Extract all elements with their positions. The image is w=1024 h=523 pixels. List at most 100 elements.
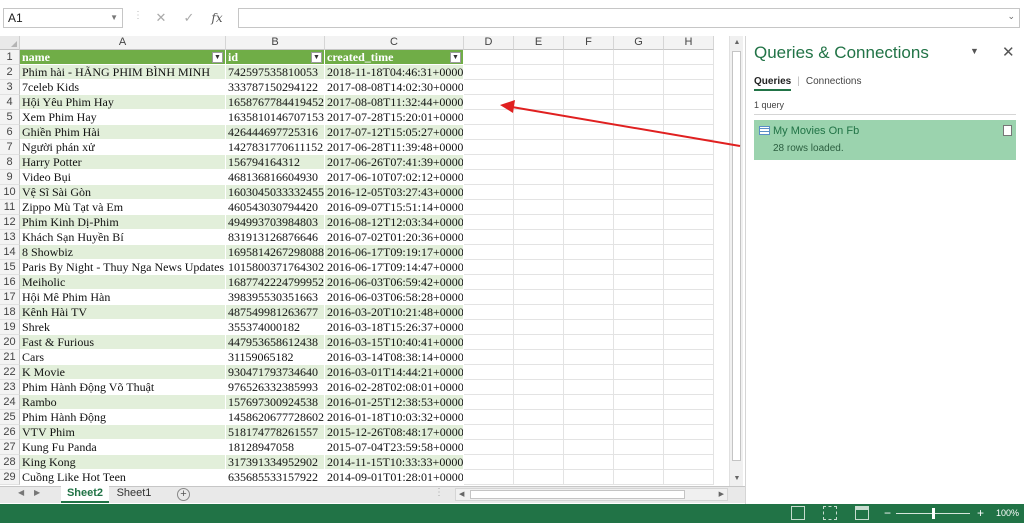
empty-cell[interactable] xyxy=(664,380,714,395)
scroll-right-icon[interactable]: ▶ xyxy=(719,489,724,501)
row-header[interactable]: 2 xyxy=(0,65,20,80)
empty-cell[interactable] xyxy=(464,470,514,485)
empty-cell[interactable] xyxy=(664,125,714,140)
empty-cell[interactable] xyxy=(564,335,614,350)
empty-cell[interactable] xyxy=(614,95,664,110)
empty-cell[interactable] xyxy=(464,365,514,380)
empty-cell[interactable] xyxy=(614,110,664,125)
table-cell[interactable]: 518174778261557 xyxy=(226,425,325,440)
table-cell[interactable]: 2018-11-18T04:46:31+0000 xyxy=(325,65,464,80)
insert-function-icon[interactable]: fx xyxy=(203,11,231,25)
empty-cell[interactable] xyxy=(514,110,564,125)
table-cell[interactable]: 157697300924538 xyxy=(226,395,325,410)
tab-queries[interactable]: Queries xyxy=(754,76,792,91)
table-cell[interactable]: 487549981263677 xyxy=(226,305,325,320)
table-cell[interactable]: 2016-03-18T15:26:37+0000 xyxy=(325,320,464,335)
empty-cell[interactable] xyxy=(514,380,564,395)
row-header[interactable]: 3 xyxy=(0,80,20,95)
empty-cell[interactable] xyxy=(614,230,664,245)
table-cell[interactable]: 2017-06-26T07:41:39+0000 xyxy=(325,155,464,170)
empty-cell[interactable] xyxy=(464,305,514,320)
table-cell[interactable]: 976526332385993 xyxy=(226,380,325,395)
empty-cell[interactable] xyxy=(464,335,514,350)
empty-cell[interactable] xyxy=(464,290,514,305)
filter-dropdown-icon[interactable]: ▼ xyxy=(212,52,223,63)
empty-cell[interactable] xyxy=(514,365,564,380)
row-header[interactable]: 27 xyxy=(0,440,20,455)
empty-cell[interactable] xyxy=(464,395,514,410)
tab-connections[interactable]: Connections xyxy=(806,76,862,91)
normal-view-icon[interactable] xyxy=(791,506,805,520)
table-cell[interactable]: 2016-02-28T02:08:01+0000 xyxy=(325,380,464,395)
table-cell[interactable]: 1695814267298088 xyxy=(226,245,325,260)
column-header[interactable]: G xyxy=(614,36,664,50)
table-cell[interactable]: 18128947058 xyxy=(226,440,325,455)
table-cell[interactable]: 333787150294122 xyxy=(226,80,325,95)
empty-cell[interactable] xyxy=(514,305,564,320)
zoom-level[interactable]: 100% xyxy=(996,508,1019,518)
row-header[interactable]: 13 xyxy=(0,230,20,245)
table-cell[interactable]: 494993703984803 xyxy=(226,215,325,230)
table-cell[interactable]: 930471793734640 xyxy=(226,365,325,380)
vertical-scroll-thumb[interactable] xyxy=(732,51,741,461)
table-cell[interactable]: Xem Phim Hay xyxy=(20,110,226,125)
empty-cell[interactable] xyxy=(514,335,564,350)
empty-cell[interactable] xyxy=(564,140,614,155)
row-header[interactable]: 14 xyxy=(0,245,20,260)
empty-cell[interactable] xyxy=(514,50,564,65)
empty-cell[interactable] xyxy=(564,230,614,245)
table-cell[interactable]: 2016-01-25T12:38:53+0000 xyxy=(325,395,464,410)
name-box[interactable]: A1 ▼ xyxy=(3,8,123,28)
empty-cell[interactable] xyxy=(664,170,714,185)
empty-cell[interactable] xyxy=(464,65,514,80)
empty-cell[interactable] xyxy=(564,110,614,125)
empty-cell[interactable] xyxy=(564,410,614,425)
empty-cell[interactable] xyxy=(664,410,714,425)
horizontal-scroll-thumb[interactable] xyxy=(470,490,685,499)
table-cell[interactable]: K Movie xyxy=(20,365,226,380)
empty-cell[interactable] xyxy=(564,350,614,365)
empty-cell[interactable] xyxy=(514,275,564,290)
table-cell[interactable]: Kênh Hài TV xyxy=(20,305,226,320)
table-cell[interactable]: 2017-07-12T15:05:27+0000 xyxy=(325,125,464,140)
worksheet-grid[interactable]: ABCDEFGH 1 name ▼ id ▼ created_time ▼ 2 Phim hài… xyxy=(0,36,745,486)
row-header[interactable]: 23 xyxy=(0,380,20,395)
empty-cell[interactable] xyxy=(464,275,514,290)
empty-cell[interactable] xyxy=(664,230,714,245)
table-cell[interactable]: Vệ Sĩ Sài Gòn xyxy=(20,185,226,200)
query-item[interactable]: My Movies On Fb 28 rows loaded. xyxy=(754,120,1016,160)
table-cell[interactable]: Kung Fu Panda xyxy=(20,440,226,455)
empty-cell[interactable] xyxy=(514,290,564,305)
empty-cell[interactable] xyxy=(664,440,714,455)
empty-cell[interactable] xyxy=(564,275,614,290)
table-cell[interactable]: Cuồng Like Hot Teen xyxy=(20,470,226,485)
empty-cell[interactable] xyxy=(464,200,514,215)
empty-cell[interactable] xyxy=(614,65,664,80)
empty-cell[interactable] xyxy=(664,95,714,110)
empty-cell[interactable] xyxy=(664,455,714,470)
empty-cell[interactable] xyxy=(514,395,564,410)
empty-cell[interactable] xyxy=(564,50,614,65)
zoom-in-icon[interactable]: + xyxy=(977,506,984,520)
table-cell[interactable]: 8 Showbiz xyxy=(20,245,226,260)
empty-cell[interactable] xyxy=(514,140,564,155)
table-cell[interactable]: 2017-07-28T15:20:01+0000 xyxy=(325,110,464,125)
filter-dropdown-icon[interactable]: ▼ xyxy=(311,52,322,63)
table-cell[interactable]: VTV Phim xyxy=(20,425,226,440)
horizontal-scrollbar[interactable]: ◀ ▶ xyxy=(455,488,728,501)
empty-cell[interactable] xyxy=(564,380,614,395)
empty-cell[interactable] xyxy=(564,200,614,215)
table-cell[interactable]: Phim Kinh Dị-Phim xyxy=(20,215,226,230)
empty-cell[interactable] xyxy=(564,470,614,485)
empty-cell[interactable] xyxy=(464,185,514,200)
empty-cell[interactable] xyxy=(614,200,664,215)
empty-cell[interactable] xyxy=(514,470,564,485)
empty-cell[interactable] xyxy=(514,95,564,110)
prev-sheet-icon[interactable]: ◀ xyxy=(18,488,24,497)
empty-cell[interactable] xyxy=(614,395,664,410)
empty-cell[interactable] xyxy=(514,245,564,260)
empty-cell[interactable] xyxy=(614,155,664,170)
empty-cell[interactable] xyxy=(514,260,564,275)
table-cell[interactable]: 2016-06-03T06:59:42+0000 xyxy=(325,275,464,290)
table-cell[interactable]: Hội Yêu Phim Hay xyxy=(20,95,226,110)
